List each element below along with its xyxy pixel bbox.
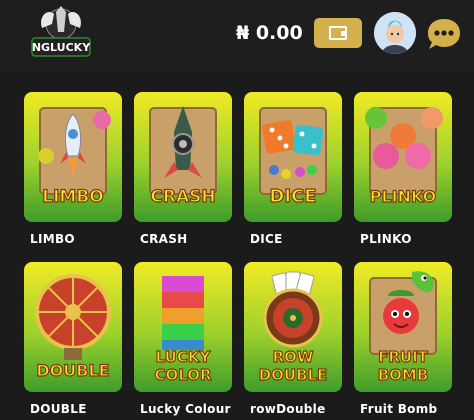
game-title: CRASH (140, 232, 188, 246)
game-thumbnail[interactable]: FRUIT BOMB (354, 262, 452, 392)
game-thumbnail[interactable]: DOUBLE (24, 262, 122, 392)
nglucky-logo[interactable]: NGLUCKY (28, 4, 94, 62)
game-title: rowDouble (250, 402, 326, 416)
game-title: Fruit Bomb (360, 402, 438, 416)
game-title: PLINKO (360, 232, 412, 246)
game-thumbnail[interactable]: PLINKO (354, 92, 452, 222)
thumb-label-line2: DOUBLE (259, 366, 328, 384)
game-thumbnail[interactable]: LIMBO (24, 92, 122, 222)
game-thumbnail[interactable]: DICE (244, 92, 342, 222)
thumb-label-line2: COLOR (154, 366, 212, 384)
thumb-label-line2: BOMB (378, 366, 429, 384)
game-title: DOUBLE (30, 402, 87, 416)
game-thumbnail[interactable]: ROW DOUBLE (244, 262, 342, 392)
thumb-label: LIMBO (42, 187, 103, 207)
thumb-label: DICE (269, 186, 316, 207)
chat-bubble-icon[interactable] (424, 14, 464, 54)
user-avatar[interactable] (374, 12, 416, 54)
top-bar: NGLUCKY ₦ 0.00 (0, 0, 474, 72)
thumb-label: DOUBLE (36, 361, 109, 380)
logo-text: NGLUCKY (32, 41, 91, 54)
thumb-label: CRASH (150, 187, 215, 207)
game-thumbnail[interactable]: CRASH (134, 92, 232, 222)
game-thumbnail[interactable]: LUCKY COLOR (134, 262, 232, 392)
game-title: DICE (250, 232, 283, 246)
thumb-label-line1: FRUIT (378, 348, 429, 366)
casino-lobby: NGLUCKY ₦ 0.00 LIMBO LIMBO CRASH CRASH D… (0, 0, 474, 420)
game-title: LIMBO (30, 232, 75, 246)
thumb-label-line1: ROW (273, 348, 314, 366)
game-title: Lucky Colour (140, 402, 231, 416)
wallet-icon (329, 26, 347, 40)
balance-display: ₦ 0.00 (236, 22, 303, 44)
thumb-label: PLINKO (370, 187, 437, 206)
wallet-button[interactable] (314, 18, 362, 48)
thumb-label-line1: LUCKY (156, 348, 212, 366)
